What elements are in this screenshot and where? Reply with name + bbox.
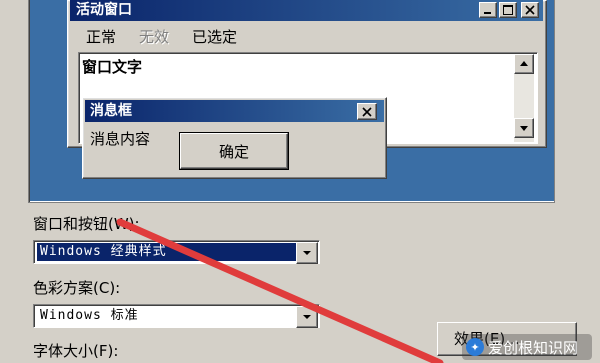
dialog-right-edge <box>555 0 600 363</box>
watermark-text: 爱创根知识网 <box>488 338 579 357</box>
watermark: ✦ 爱创根知识网 <box>462 334 592 360</box>
minimize-icon <box>479 2 497 18</box>
chevron-down-icon[interactable] <box>296 306 318 328</box>
message-box-titlebar: 消息框 <box>85 100 384 122</box>
menu-item-selected: 已选定 <box>192 28 238 46</box>
watermark-logo-icon: ✦ <box>466 338 484 356</box>
windows-buttons-dropdown[interactable]: Windows 经典样式 <box>33 240 320 264</box>
font-size-label: 字体大小(F): <box>33 342 119 360</box>
close-icon <box>357 103 377 120</box>
windows-buttons-label: 窗口和按钮(W): <box>33 215 140 233</box>
maximize-icon <box>499 2 517 18</box>
message-content: 消息内容 <box>90 130 151 148</box>
active-window-titlebar: 活动窗口 <box>70 0 543 21</box>
windows-buttons-value: Windows 经典样式 <box>37 243 301 261</box>
close-icon <box>521 2 539 18</box>
preview-menu-bar: 正常 无效 已选定 <box>72 26 542 48</box>
chevron-down-icon[interactable] <box>296 242 318 264</box>
message-box-title: 消息框 <box>90 103 132 119</box>
menu-item-normal: 正常 <box>86 28 117 46</box>
color-scheme-dropdown[interactable]: Windows 标准 <box>33 304 320 328</box>
active-window-title: 活动窗口 <box>76 2 132 18</box>
color-scheme-label: 色彩方案(C): <box>33 279 121 297</box>
ok-button: 确定 <box>180 133 288 169</box>
scroll-up-icon <box>514 54 534 74</box>
color-scheme-value: Windows 标准 <box>40 308 139 323</box>
scroll-down-icon <box>514 118 534 138</box>
menu-item-disabled: 无效 <box>139 28 170 46</box>
window-text-label: 窗口文字 <box>82 58 143 76</box>
